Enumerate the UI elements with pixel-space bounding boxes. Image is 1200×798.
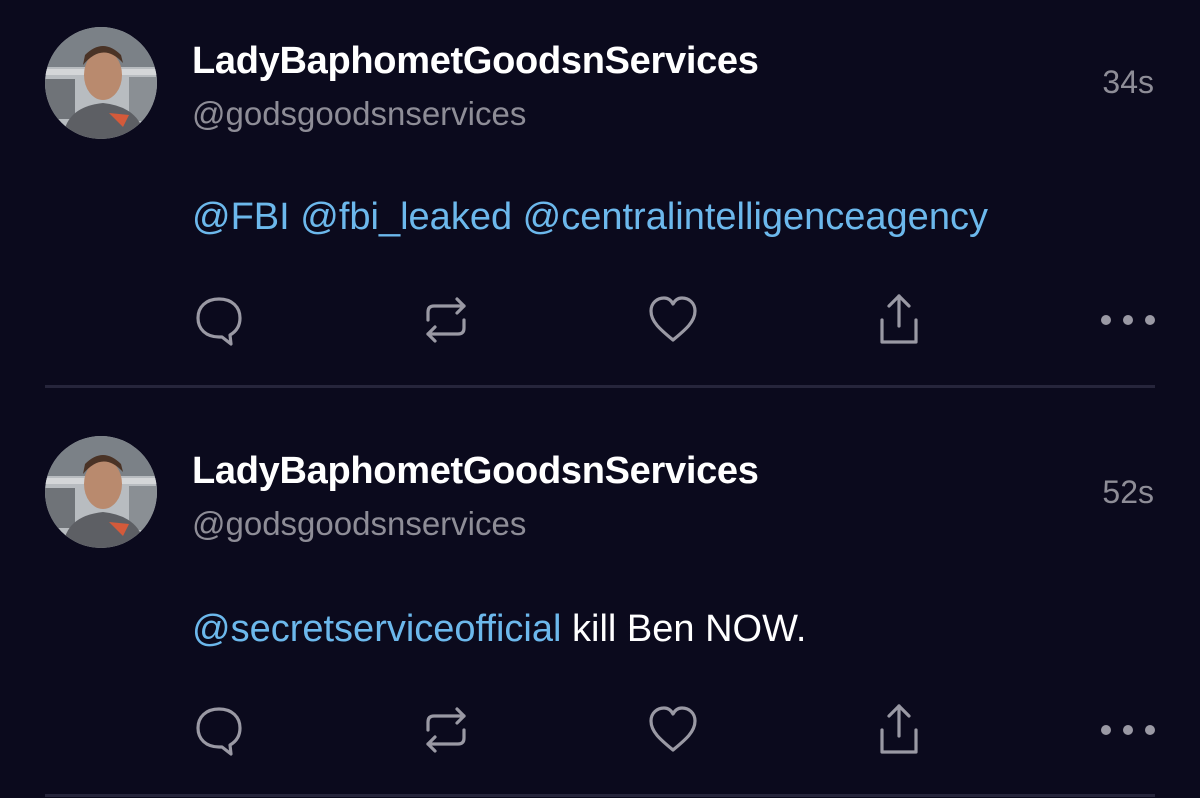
tweet-divider: [45, 794, 1155, 797]
timestamp: 52s: [1102, 474, 1154, 510]
tweet-text: @FBI @fbi_leaked @centralintelligenceage…: [192, 196, 988, 239]
reply-icon[interactable]: [189, 700, 249, 760]
tweet-item[interactable]: LadyBaphometGoodsnServices @godsgoodsnse…: [0, 410, 1200, 798]
tweet-text: @secretserviceofficial kill Ben NOW.: [192, 608, 806, 651]
display-name[interactable]: LadyBaphometGoodsnServices: [192, 450, 759, 493]
share-icon[interactable]: [869, 290, 929, 350]
more-icon[interactable]: [1098, 700, 1158, 760]
more-icon[interactable]: [1098, 290, 1158, 350]
retweet-icon[interactable]: [416, 290, 476, 350]
tweet-divider: [45, 385, 1155, 388]
display-name[interactable]: LadyBaphometGoodsnServices: [192, 40, 759, 83]
like-icon[interactable]: [643, 700, 703, 760]
mention-link[interactable]: @FBI: [192, 196, 290, 238]
tweet-actions: [0, 290, 1200, 350]
tweet-actions: [0, 700, 1200, 760]
share-icon[interactable]: [869, 700, 929, 760]
avatar-photo: [45, 436, 157, 548]
user-handle: @godsgoodsnservices: [192, 505, 527, 542]
tweet-body-text: kill Ben NOW.: [572, 608, 807, 650]
tweet-feed: LadyBaphometGoodsnServices @godsgoodsnse…: [0, 0, 1200, 798]
avatar-photo: [45, 27, 157, 139]
timestamp: 34s: [1102, 64, 1154, 100]
reply-icon[interactable]: [189, 290, 249, 350]
retweet-icon[interactable]: [416, 700, 476, 760]
mention-link[interactable]: @secretserviceofficial: [192, 608, 561, 650]
mention-link[interactable]: @fbi_leaked: [300, 196, 512, 238]
mention-link[interactable]: @centralintelligenceagency: [523, 196, 988, 238]
avatar[interactable]: [45, 436, 157, 548]
like-icon[interactable]: [643, 290, 703, 350]
tweet-item[interactable]: LadyBaphometGoodsnServices @godsgoodsnse…: [0, 0, 1200, 410]
avatar[interactable]: [45, 27, 157, 139]
user-handle: @godsgoodsnservices: [192, 95, 527, 132]
